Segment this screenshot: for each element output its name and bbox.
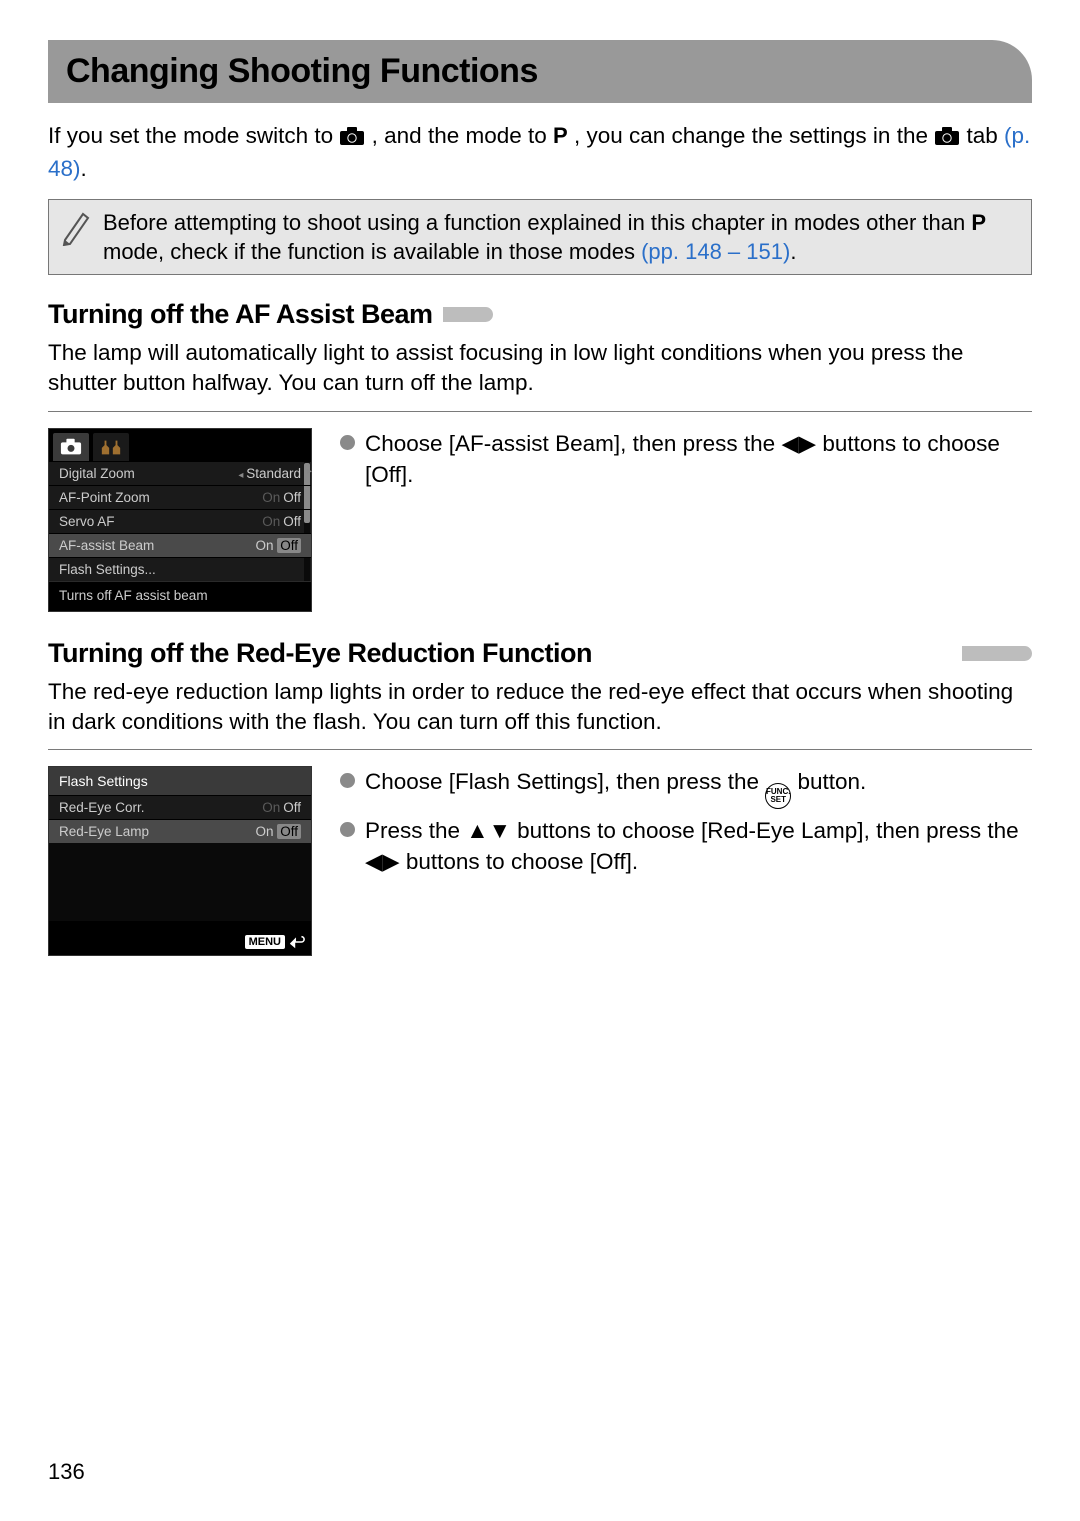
divider [48,749,1032,750]
lcd-label: Red-Eye Lamp [59,824,149,839]
lcd-label: AF-Point Zoom [59,490,150,505]
lcd-row-af-assist-beam: AF-assist Beam On Off [49,533,311,557]
lcd-tab-tools [93,433,129,461]
bullet-item: Choose [AF-assist Beam], then press the … [340,428,1032,491]
lcd-label: Flash Settings... [59,562,156,577]
left-right-arrow-icon: ◀▶ [781,431,816,456]
lcd-label: AF-assist Beam [59,538,154,553]
section-heading-red-eye: Turning off the Red-Eye Reduction Functi… [48,638,1032,669]
lcd-value: On Off [255,538,301,553]
lcd-row-flash-settings: Flash Settings... [49,557,311,581]
camera-icon [60,438,82,456]
lcd-value: OnOff [262,800,301,815]
lcd-row-af-point-zoom: AF-Point Zoom OnOff [49,485,311,509]
section-title: Turning off the Red-Eye Reduction Functi… [48,638,592,669]
note-b: mode, check if the function is available… [103,239,641,264]
left-right-arrow-icon: ◀▶ [365,849,400,874]
intro-text-c: , you can change the settings in the [574,123,934,148]
instruction-text: Choose [Flash Settings], then press the … [365,766,866,808]
up-down-arrow-icon: ▲▼ [466,818,511,843]
lcd-value: OnOff [262,514,301,529]
intro-text-a: If you set the mode switch to [48,123,339,148]
instr2a-a: Choose [Flash Settings], then press the [365,769,765,794]
note-period: . [790,239,796,264]
lcd-label: Red-Eye Corr. [59,800,145,815]
camera-icon [339,124,365,154]
red-eye-row: Flash Settings Red-Eye Corr. OnOff Red-E… [48,766,1032,956]
lcd-label: Digital Zoom [59,466,135,481]
instr2a-b: button. [798,769,867,794]
instruction-col: Choose [AF-assist Beam], then press the … [340,428,1032,497]
lcd-row-servo-af: Servo AF OnOff [49,509,311,533]
page-range-link[interactable]: (pp. 148 – 151) [641,239,790,264]
instr2b-b: buttons to choose [Red-Eye Lamp], then p… [517,818,1019,843]
lcd-tabs [49,429,311,461]
bullet-dot-icon [340,773,355,788]
section-bar-decoration [962,646,1032,661]
return-icon [289,935,305,949]
intro-paragraph: If you set the mode switch to , and the … [48,121,1032,185]
note-text: Before attempting to shoot using a funct… [103,208,1019,266]
instruction-col: Choose [Flash Settings], then press the … [340,766,1032,883]
section-bar-decoration [443,307,493,322]
bullet-item: Choose [Flash Settings], then press the … [340,766,1032,808]
camera-lcd-af-assist: Digital Zoom ◂ Standard▸ AF-Point Zoom O… [48,428,312,612]
page-title: Changing Shooting Functions [48,40,1032,103]
p-mode-icon: P [971,210,986,235]
bullet-dot-icon [340,435,355,450]
section1-body: The lamp will automatically light to ass… [48,338,1032,399]
lcd-tab-shoot [53,433,89,461]
lcd-value: On Off [255,824,301,839]
lcd-row-red-eye-corr: Red-Eye Corr. OnOff [49,795,311,819]
lcd-value: ◂ Standard▸ [238,466,301,481]
lcd2-list: Red-Eye Corr. OnOff Red-Eye Lamp On Off [49,795,311,843]
intro-text-b: , and the mode to [372,123,553,148]
lcd-value: OnOff [262,490,301,505]
lcd2-empty-area [49,843,311,921]
divider [48,411,1032,412]
func-set-icon: FUNC.SET [765,783,791,809]
p-mode-icon: P [553,123,568,148]
lcd-row-red-eye-lamp: Red-Eye Lamp On Off [49,819,311,843]
lcd-label: Servo AF [59,514,115,529]
lcd-status-text: Turns off AF assist beam [49,581,311,611]
instr1-a: Choose [AF-assist Beam], then press the [365,431,781,456]
menu-button-label: MENU [245,935,285,949]
lcd2-menu-return: MENU [245,935,305,949]
instruction-text: Press the ▲▼ buttons to choose [Red-Eye … [365,815,1032,878]
note-a: Before attempting to shoot using a funct… [103,210,971,235]
page-number: 136 [48,1459,85,1485]
intro-text-d: tab [967,123,1005,148]
section-title: Turning off the AF Assist Beam [48,299,433,330]
camera-lcd-flash-settings: Flash Settings Red-Eye Corr. OnOff Red-E… [48,766,312,956]
lcd2-title: Flash Settings [49,767,311,795]
bullet-item: Press the ▲▼ buttons to choose [Red-Eye … [340,815,1032,878]
intro-period: . [81,156,87,181]
note-box: Before attempting to shoot using a funct… [48,199,1032,275]
pencil-icon [61,208,103,266]
camera-tab-icon [934,124,960,154]
bullet-dot-icon [340,822,355,837]
section-heading-af-assist: Turning off the AF Assist Beam [48,299,1032,330]
instr2b-a: Press the [365,818,466,843]
instruction-text: Choose [AF-assist Beam], then press the … [365,428,1032,491]
lcd-row-digital-zoom: Digital Zoom ◂ Standard▸ [49,461,311,485]
tools-icon [100,438,122,456]
lcd-menu-list: Digital Zoom ◂ Standard▸ AF-Point Zoom O… [49,461,311,581]
af-assist-row: Digital Zoom ◂ Standard▸ AF-Point Zoom O… [48,428,1032,612]
instr2b-c: buttons to choose [Off]. [406,849,638,874]
section2-body: The red-eye reduction lamp lights in ord… [48,677,1032,738]
